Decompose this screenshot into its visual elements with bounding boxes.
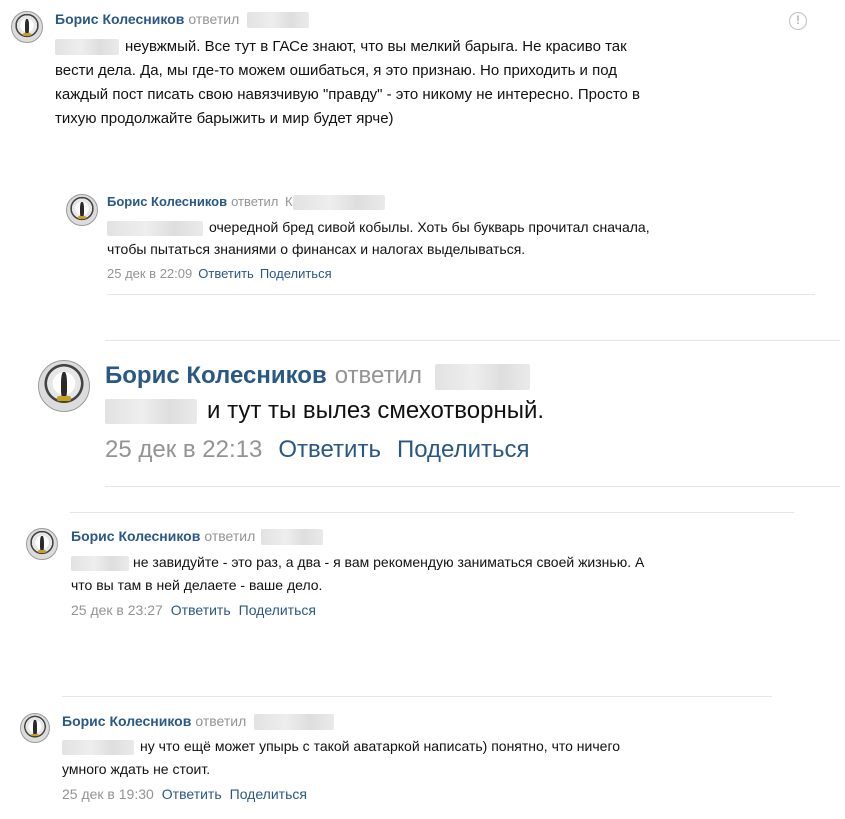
avatar[interactable] — [11, 11, 43, 43]
avatar-detail — [22, 33, 32, 36]
blurred-username — [434, 363, 530, 390]
divider — [70, 512, 794, 513]
comment-line: чтобы пытаться знаниями о финансах и нал… — [107, 241, 526, 257]
comment-line: вести дела. Да, мы где-то можем ошибатьс… — [55, 62, 617, 79]
author-link[interactable]: Борис Колесников — [71, 528, 200, 544]
avatar-figure — [80, 201, 84, 218]
comment-line: что вы там в ней делаете - ваше дело. — [71, 577, 323, 593]
avatar[interactable] — [20, 713, 50, 743]
avatar-detail — [31, 733, 39, 737]
comment-line: каждый пост писать свою навязчивую "прав… — [55, 86, 641, 103]
comment-header: Борис Колесников ответил — [62, 713, 335, 731]
replied-label: ответил — [188, 11, 240, 27]
reply-link[interactable]: Ответить — [171, 602, 231, 618]
divider — [105, 486, 840, 487]
comment-line: умного ждать не стоит. — [62, 761, 211, 777]
comment-header: Борис Колесников ответил — [71, 528, 324, 546]
avatar-figure — [61, 372, 67, 398]
comment-meta: 25 дек в 19:30 Ответить Поделиться — [62, 786, 307, 803]
comment-date[interactable]: 25 дек в 22:09 — [107, 266, 192, 281]
replied-label: ответил — [231, 194, 279, 209]
share-link[interactable]: Поделиться — [230, 786, 307, 802]
avatar-figure — [40, 535, 44, 552]
avatar-detail — [37, 550, 47, 553]
comment-date[interactable]: 25 дек в 19:30 — [62, 786, 154, 802]
comment-line: тихую продолжайте барыжить и мир будет я… — [55, 110, 394, 127]
author-link[interactable]: Борис Колесников — [55, 11, 184, 27]
comment-line: неувжмый. Все тут в ГАСе знают, что вы м… — [55, 35, 825, 59]
author-link[interactable]: Борис Колесников — [105, 362, 327, 389]
replied-label: ответил — [204, 528, 256, 544]
share-link[interactable]: Поделиться — [239, 602, 316, 618]
blurred-username — [71, 555, 129, 571]
divider — [107, 294, 815, 295]
share-link[interactable]: Поделиться — [397, 436, 530, 463]
comment-meta: 25 дек в 22:13 Ответить Поделиться — [105, 436, 529, 464]
comment-line: и тут ты вылез смехотворный. — [105, 396, 825, 426]
blurred-username — [254, 714, 335, 731]
comment-header: Борис Колесников ответил — [55, 11, 310, 29]
avatar-detail — [57, 396, 71, 401]
reply-link[interactable]: Ответить — [162, 786, 222, 802]
comment-line: очередной бред сивой кобылы. Хоть бы бук… — [107, 216, 807, 238]
comment-text: неувжмый. Все тут в ГАСе знают, что вы м… — [55, 35, 825, 131]
comment-header: Борис Колесников ответил К — [107, 194, 385, 211]
blurred-username — [247, 12, 310, 29]
comment-header: Борис Колесников ответил — [105, 362, 530, 390]
author-link[interactable]: Борис Колесников — [62, 713, 191, 729]
comment-date[interactable]: 25 дек в 23:27 — [71, 602, 163, 618]
comment-text: очередной бред сивой кобылы. Хоть бы бук… — [107, 216, 807, 260]
comment-line: не завидуйте - это раз, а два - я вам ре… — [71, 551, 811, 574]
blurred-username — [105, 399, 197, 425]
comment-text: и тут ты вылез смехотворный. — [105, 396, 825, 426]
blurred-username — [62, 739, 134, 755]
comment-meta: 25 дек в 22:09 Ответить Поделиться — [107, 266, 332, 282]
replied-label: ответил — [334, 362, 422, 389]
comment-text: не завидуйте - это раз, а два - я вам ре… — [71, 551, 811, 597]
report-icon[interactable]: ! — [789, 12, 807, 30]
comment-text: ну что ещё может упырь с такой аватаркой… — [62, 735, 812, 781]
replied-initial: К — [285, 194, 293, 209]
replied-label: ответил — [195, 713, 247, 729]
reply-link[interactable]: Ответить — [278, 436, 381, 463]
divider — [62, 696, 772, 697]
share-link[interactable]: Поделиться — [260, 266, 332, 281]
comment-date[interactable]: 25 дек в 22:13 — [105, 436, 262, 463]
avatar[interactable] — [38, 360, 90, 412]
blurred-username — [292, 195, 385, 211]
avatar-figure — [25, 18, 29, 35]
avatar-detail — [77, 216, 87, 219]
blurred-username — [55, 39, 119, 56]
avatar-figure — [33, 720, 37, 735]
comment-meta: 25 дек в 23:27 Ответить Поделиться — [71, 602, 316, 619]
avatar[interactable] — [66, 194, 98, 226]
avatar[interactable] — [26, 528, 58, 560]
comment-line: ну что ещё может упырь с такой аватаркой… — [62, 735, 812, 758]
author-link[interactable]: Борис Колесников — [107, 194, 227, 209]
reply-link[interactable]: Ответить — [198, 266, 254, 281]
blurred-username — [261, 529, 324, 546]
blurred-username — [107, 220, 203, 236]
divider — [105, 340, 840, 341]
